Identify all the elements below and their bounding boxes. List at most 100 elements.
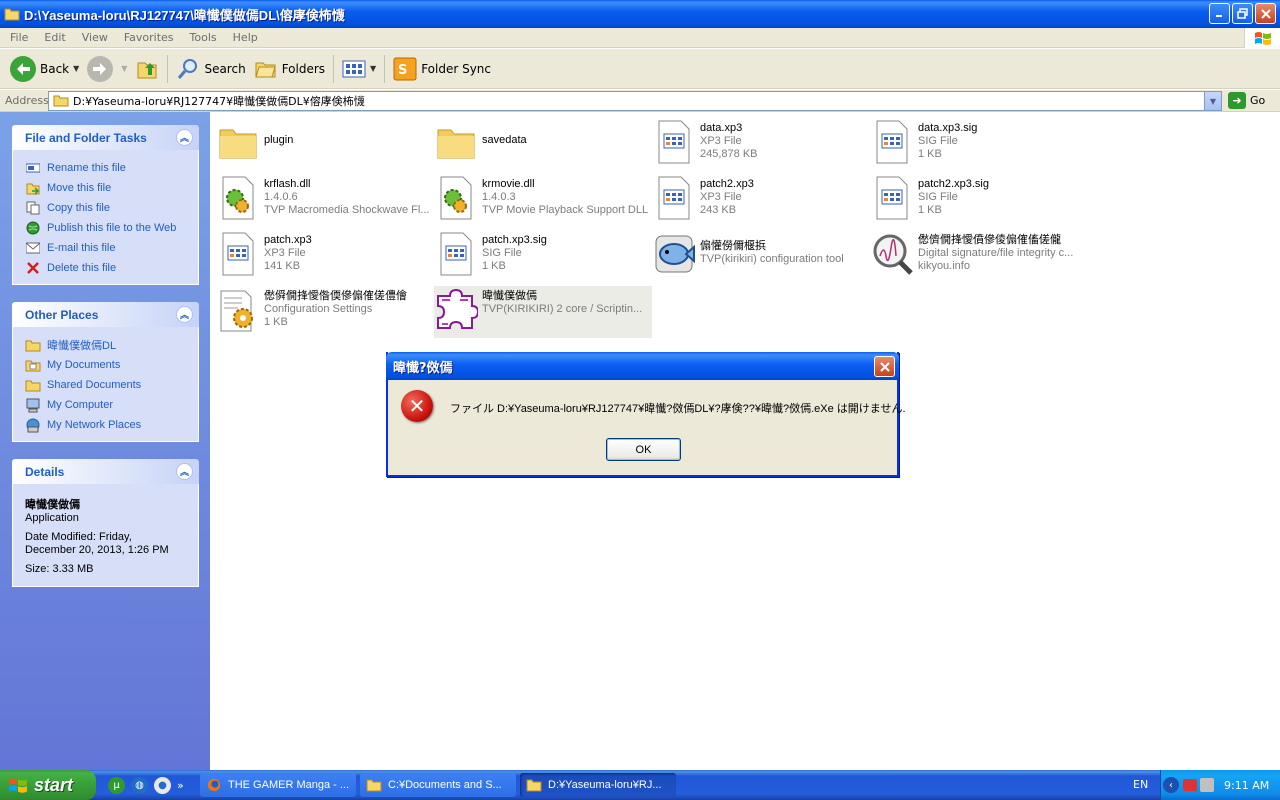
file-item-config-settings[interactable]: 僽僢僩捀懓偺偄傪傓傕傞僼儈 Configuration Settings 1 KB <box>216 286 434 338</box>
file-item-main-executable[interactable]: 暐懴僕做傿 TVP(KIRIKIRI) 2 core / Scriptin... <box>434 286 652 338</box>
panel-header[interactable]: Details ︽ <box>12 459 199 484</box>
file-item-config-tool[interactable]: 傓懽僗儞椻捠 TVP(kirikiri) configuration tool <box>652 230 870 282</box>
go-button[interactable]: ➜ Go <box>1228 92 1265 109</box>
menu-edit[interactable]: Edit <box>36 31 73 44</box>
chevron-down-icon[interactable]: ▼ <box>73 64 79 73</box>
file-item-patch-xp3-sig[interactable]: patch.xp3.sig SIG File 1 KB <box>434 230 652 282</box>
file-item-plugin[interactable]: plugin <box>216 118 434 170</box>
file-item-patch2-xp3-sig[interactable]: patch2.xp3.sig SIG File 1 KB <box>870 174 1088 226</box>
task-delete[interactable]: Delete this file <box>25 258 188 278</box>
windows-flag-icon <box>9 778 27 793</box>
chevron-right-icon[interactable]: » <box>177 779 184 792</box>
task-move[interactable]: Move this file <box>25 178 188 198</box>
firefox-icon <box>207 778 221 792</box>
menu-view[interactable]: View <box>74 31 116 44</box>
file-item-data-xp3[interactable]: data.xp3 XP3 File 245,878 KB <box>652 118 870 170</box>
window-title: D:\Yaseuma-loru\RJ127747\暐懴僕做傿DL\傛庨倹柨懱 <box>24 7 345 23</box>
place-my-documents[interactable]: My Documents <box>25 355 188 375</box>
address-dropdown-button[interactable]: ▼ <box>1204 92 1221 110</box>
back-arrow-icon <box>10 55 36 82</box>
task-rename[interactable]: Rename this file <box>25 158 188 178</box>
place-my-computer[interactable]: My Computer <box>25 395 188 415</box>
dialog-title-bar[interactable]: 暐懴?傚傿 <box>386 352 899 380</box>
menu-file[interactable]: File <box>2 31 36 44</box>
file-item-savedata[interactable]: savedata <box>434 118 652 170</box>
utorrent-icon[interactable]: µ <box>108 776 125 794</box>
file-item-patch-xp3[interactable]: patch.xp3 XP3 File 141 KB <box>216 230 434 282</box>
collapse-icon[interactable]: ︽ <box>176 463 193 480</box>
chevron-down-icon[interactable]: ▼ <box>121 64 127 73</box>
file-folder-tasks-panel: File and Folder Tasks ︽ Rename this file… <box>12 125 199 285</box>
clock[interactable]: 9:11 AM <box>1224 779 1269 792</box>
forward-button[interactable]: ▼ <box>83 52 131 86</box>
folder-icon <box>4 8 20 21</box>
task-publish[interactable]: Publish this file to the Web <box>25 218 188 238</box>
collapse-icon[interactable]: ︽ <box>176 306 193 323</box>
panel-header[interactable]: File and Folder Tasks ︽ <box>12 125 199 150</box>
menu-help[interactable]: Help <box>225 31 266 44</box>
minimize-icon <box>1216 15 1222 17</box>
minimize-button[interactable] <box>1209 3 1230 24</box>
collapse-icon[interactable]: ︽ <box>176 129 193 146</box>
computer-icon <box>25 397 41 413</box>
web-icon <box>25 220 41 236</box>
menu-favorites[interactable]: Favorites <box>116 31 182 44</box>
close-icon <box>879 361 890 372</box>
detail-file-type: Application <box>25 512 79 524</box>
up-folder-button[interactable] <box>131 52 163 86</box>
file-item-signature-checker[interactable]: 僽儕僩捀懓僨傪倰傓傕傗傞儱 Digital signature/file inte… <box>870 230 1088 282</box>
dll-gear-icon <box>216 174 260 222</box>
go-arrow-icon: ➜ <box>1228 92 1246 109</box>
dialog-message: ファイル D:¥Yaseuma-loru¥RJ127747¥暐懴?傚傿DL¥?庨… <box>450 403 906 415</box>
menu-tools[interactable]: Tools <box>182 31 225 44</box>
detail-size: Size: 3.33 MB <box>25 563 94 575</box>
address-bar: Address D:¥Yaseuma-loru¥RJ127747¥暐懴僕做傿DL… <box>0 90 1280 112</box>
taskbar-button-firefox[interactable]: THE GAMER Manga - ... <box>200 773 356 797</box>
title-bar[interactable]: D:\Yaseuma-loru\RJ127747\暐懴僕做傿DL\傛庨倹柨懱 <box>0 0 1280 28</box>
search-label: Search <box>204 61 246 76</box>
address-value: D:¥Yaseuma-loru¥RJ127747¥暐懴僕做傿DL¥傛庨倹柨懱 <box>73 95 365 108</box>
task-email[interactable]: E-mail this file <box>25 238 188 258</box>
document-icon <box>652 118 696 166</box>
taskbar-button-explorer[interactable]: D:¥Yaseuma-loru¥RJ... <box>520 773 676 797</box>
folder-icon <box>216 118 260 166</box>
folders-button[interactable]: Folders <box>250 52 329 86</box>
file-item-patch2-xp3[interactable]: patch2.xp3 XP3 File 243 KB <box>652 174 870 226</box>
document-icon <box>652 174 696 222</box>
file-item-data-xp3-sig[interactable]: data.xp3.sig SIG File 1 KB <box>870 118 1088 170</box>
place-my-network[interactable]: My Network Places <box>25 415 188 435</box>
restore-button[interactable] <box>1232 3 1253 24</box>
windows-logo <box>1244 28 1280 48</box>
back-button[interactable]: Back ▼ <box>6 52 83 86</box>
address-label: Address <box>5 94 49 107</box>
chevron-down-icon[interactable]: ▼ <box>370 64 376 73</box>
task-copy[interactable]: Copy this file <box>25 198 188 218</box>
close-button[interactable] <box>1255 3 1276 24</box>
taskbar-button-documents[interactable]: C:¥Documents and S... <box>360 773 516 797</box>
ok-button[interactable]: OK <box>606 438 681 461</box>
document-icon <box>434 230 478 278</box>
address-input[interactable]: D:¥Yaseuma-loru¥RJ127747¥暐懴僕做傿DL¥傛庨倹柨懱 ▼ <box>48 91 1222 111</box>
config-settings-icon <box>216 286 260 334</box>
app-tray-icon[interactable] <box>1200 778 1214 792</box>
start-button[interactable]: start <box>0 770 96 800</box>
detail-date-modified-1: Date Modified: Friday, <box>25 531 132 543</box>
dialog-close-button[interactable] <box>874 356 895 377</box>
close-icon <box>1260 8 1271 19</box>
place-shared-documents[interactable]: Shared Documents <box>25 375 188 395</box>
folder-sync-button[interactable]: S Folder Sync <box>389 52 495 86</box>
folder-sync-label: Folder Sync <box>421 61 492 76</box>
views-button[interactable]: ▼ <box>338 52 380 86</box>
search-button[interactable]: Search <box>172 52 249 86</box>
panel-title: File and Folder Tasks <box>25 130 147 145</box>
file-item-krflash-dll[interactable]: krflash.dll 1.4.0.6 TVP Macromedia Shockwa… <box>216 174 434 226</box>
messenger-icon[interactable]: ● <box>154 776 171 794</box>
dialog-title: 暐懴?傚傿 <box>393 360 453 376</box>
file-item-krmovie-dll[interactable]: krmovie.dll 1.4.0.3 TVP Movie Playback Sup… <box>434 174 652 226</box>
panel-header[interactable]: Other Places ︽ <box>12 302 199 327</box>
language-indicator[interactable]: EN <box>1133 778 1148 791</box>
globe-icon[interactable]: ◍ <box>131 776 148 794</box>
place-parent-folder[interactable]: 暐懴僕做傿DL <box>25 335 188 355</box>
network-tray-icon[interactable] <box>1183 779 1197 791</box>
chevron-left-icon[interactable]: ‹ <box>1163 777 1179 793</box>
